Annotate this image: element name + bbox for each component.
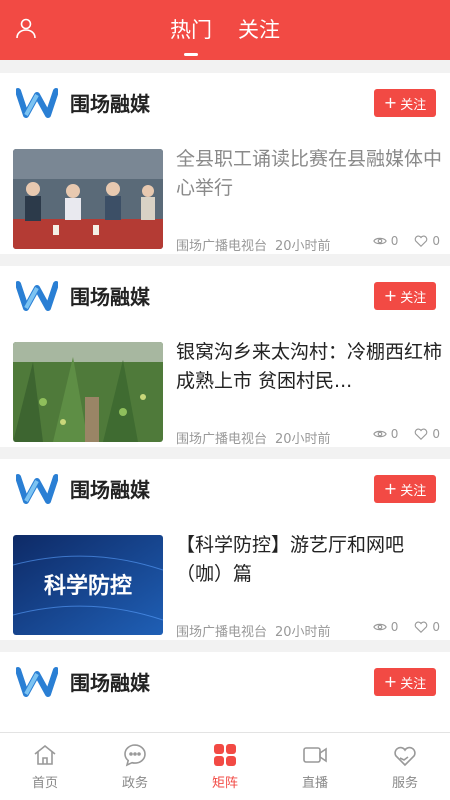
news-feed[interactable]: 围场融媒 + 关注 全县职工诵读比赛在县融媒体中心举行 围场广播电视台 20小时前… (0, 60, 450, 732)
publisher-name: 围场广播电视台 (176, 432, 268, 447)
weichang-media-logo-icon (16, 88, 58, 118)
nav-government[interactable]: 政务 (90, 733, 180, 800)
source-name: 围场融媒 (70, 285, 150, 309)
weichang-media-logo-icon (16, 281, 58, 311)
weichang-media-logo-icon (16, 667, 58, 697)
nav-label: 服务 (391, 776, 418, 791)
like-count: 0 (432, 234, 440, 248)
view-count: 0 (390, 620, 399, 634)
bottom-nav: 首页 政务 矩阵 直播 服务 (0, 732, 450, 800)
source-name: 围场融媒 (70, 671, 150, 695)
nav-service[interactable]: 服务 (360, 733, 450, 800)
video-camera-icon (303, 747, 327, 763)
news-card[interactable]: 围场融媒 + 关注 银窝沟乡来太沟村：冷棚西红柿成熟上市 贫困村民... 围场广… (0, 266, 450, 447)
nav-label: 首页 (31, 776, 58, 791)
follow-label: 关注 (400, 290, 427, 306)
publisher-name: 围场广播电视台 (176, 239, 268, 254)
eye-icon (372, 237, 387, 245)
card-header: 围场融媒 + 关注 (0, 652, 450, 710)
news-stats: 0 0 (372, 427, 440, 441)
nav-live[interactable]: 直播 (270, 733, 360, 800)
home-icon (34, 744, 56, 765)
follow-button[interactable]: + 关注 (374, 668, 436, 696)
nav-matrix[interactable]: 矩阵 (180, 733, 270, 800)
plus-icon: + (383, 479, 398, 498)
chat-bubble-icon (124, 744, 146, 767)
like-count: 0 (432, 427, 440, 441)
feed-tabs: 热门 关注 (0, 0, 450, 60)
publisher-name: 围场广播电视台 (176, 625, 268, 640)
source-name: 围场融媒 (70, 92, 150, 116)
news-meta: 围场广播电视台 20小时前 (176, 235, 331, 254)
card-header: 围场融媒 + 关注 (0, 73, 450, 131)
news-stats: 0 0 (372, 234, 440, 248)
news-card[interactable]: 围场融媒 + 关注 全县职工诵读比赛在县融媒体中心举行 围场广播电视台 20小时前… (0, 73, 450, 254)
news-meta: 围场广播电视台 20小时前 (176, 621, 331, 640)
heart-hand-icon (394, 746, 416, 767)
heart-icon[interactable] (414, 427, 428, 441)
plus-icon: + (383, 93, 398, 112)
news-title[interactable]: 【科学防控】游艺厅和网吧（咖）篇 (176, 531, 442, 589)
tab-following[interactable]: 关注 (238, 14, 280, 46)
follow-label: 关注 (400, 483, 427, 499)
follow-button[interactable]: + 关注 (374, 89, 436, 117)
publish-time: 20小时前 (275, 625, 331, 640)
news-title[interactable]: 银窝沟乡来太沟村：冷棚西红柿成熟上市 贫困村民... (176, 338, 442, 396)
eye-icon (372, 623, 387, 631)
heart-icon[interactable] (414, 234, 428, 248)
weichang-media-logo-icon (16, 474, 58, 504)
news-thumbnail[interactable] (13, 149, 163, 249)
view-count: 0 (390, 234, 399, 248)
like-count: 0 (432, 620, 440, 634)
nav-home[interactable]: 首页 (0, 733, 90, 800)
heart-icon[interactable] (414, 620, 428, 634)
grid-icon (214, 744, 236, 766)
plus-icon: + (383, 286, 398, 305)
news-meta: 围场广播电视台 20小时前 (176, 428, 331, 447)
follow-button[interactable]: + 关注 (374, 282, 436, 310)
follow-button[interactable]: + 关注 (374, 475, 436, 503)
nav-label: 直播 (301, 776, 328, 791)
nav-label: 政务 (121, 776, 148, 791)
publish-time: 20小时前 (275, 239, 331, 254)
view-count: 0 (390, 427, 399, 441)
news-card[interactable]: 围场融媒 + 关注 (0, 652, 450, 732)
follow-label: 关注 (400, 97, 427, 113)
follow-label: 关注 (400, 676, 427, 692)
news-title[interactable]: 全县职工诵读比赛在县融媒体中心举行 (176, 145, 442, 203)
plus-icon: + (383, 672, 398, 691)
news-thumbnail[interactable]: 科学防控 (13, 535, 163, 635)
card-header: 围场融媒 + 关注 (0, 266, 450, 324)
nav-label: 矩阵 (211, 776, 238, 791)
news-thumbnail[interactable] (13, 342, 163, 442)
thumbnail-caption: 科学防控 (44, 573, 132, 599)
eye-icon (372, 430, 387, 438)
card-header: 围场融媒 + 关注 (0, 459, 450, 517)
top-header: 热门 关注 (0, 0, 450, 60)
publish-time: 20小时前 (275, 432, 331, 447)
tab-hot[interactable]: 热门 (170, 14, 212, 56)
news-card[interactable]: 围场融媒 + 关注 科学防控 【科学防控】游艺厅和网吧（咖）篇 围场广播电视台 2… (0, 459, 450, 640)
source-name: 围场融媒 (70, 478, 150, 502)
news-stats: 0 0 (372, 620, 440, 634)
